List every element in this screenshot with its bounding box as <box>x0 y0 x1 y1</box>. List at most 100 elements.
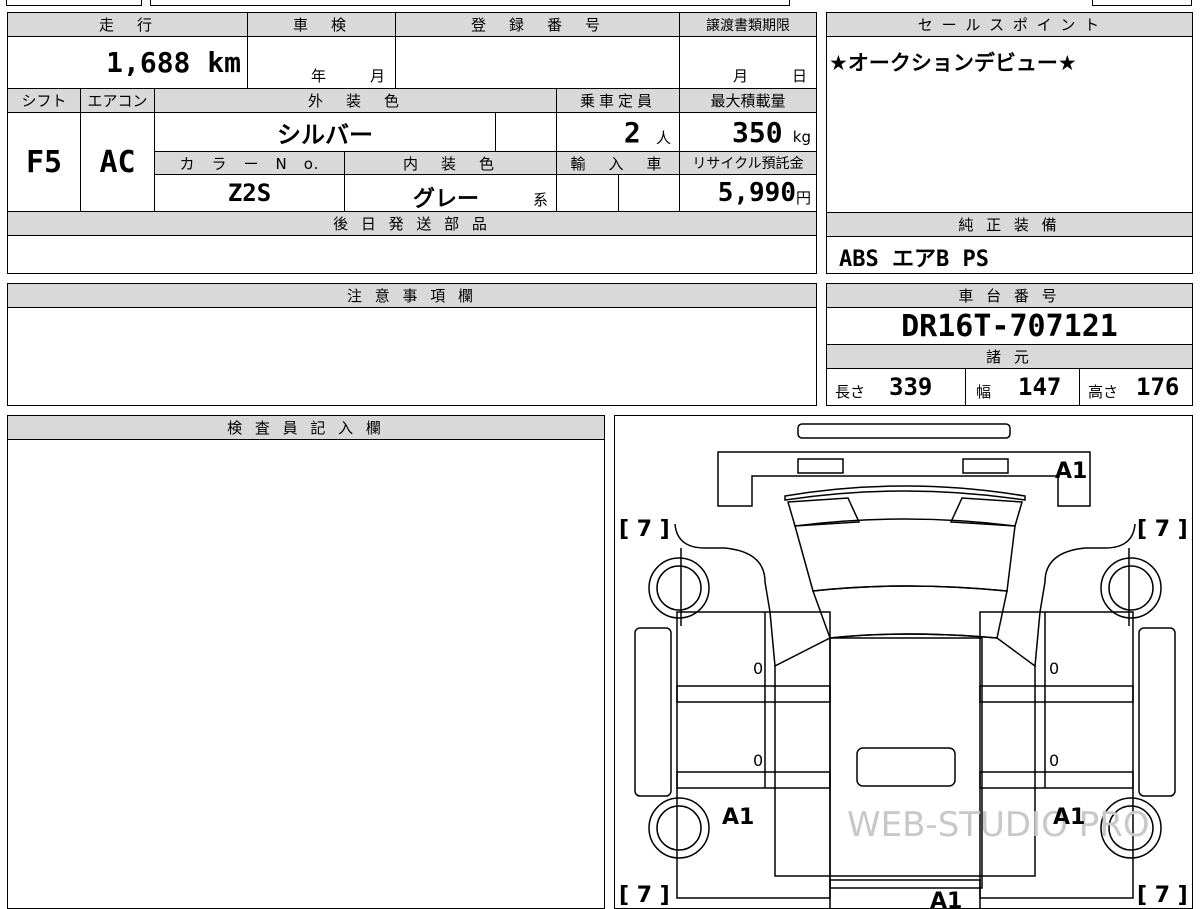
genuine-equipment-value: ABS エアB PS <box>839 247 989 272</box>
watermark-text: WEB-STUDIO PRO <box>847 805 1150 845</box>
recycle-fee-value: 5,990 <box>717 178 796 208</box>
front-left-wheel-outer <box>648 557 710 619</box>
capacity-unit: 人 <box>655 128 671 147</box>
spec-height-cell: 高さ 176 <box>1079 368 1193 406</box>
left-pillar-strip <box>676 685 831 703</box>
windshield <box>811 585 1008 639</box>
tailgate-shape <box>717 451 1091 507</box>
deadline-day-label: 日 <box>792 67 808 85</box>
mileage-header: 走 行 <box>7 12 248 37</box>
later-parts-header: 後 日 発 送 部 品 <box>7 211 817 236</box>
shift-value: F5 <box>7 112 81 212</box>
label-right-rear-fender: A1 <box>1053 805 1085 830</box>
rear-left-wheel-inner <box>656 805 702 851</box>
inspector-cell <box>7 439 605 909</box>
exterior-color-extra-cell <box>495 112 557 152</box>
label-rear-bumper: A1 <box>1055 459 1087 484</box>
left-fender-line <box>674 523 776 667</box>
spec-height-value: 176 <box>1136 373 1180 401</box>
spec-height-label: 高さ <box>1088 383 1119 401</box>
notes-cell <box>7 307 817 406</box>
spec-width-value: 147 <box>1018 373 1062 401</box>
exterior-color-value: シルバー <box>154 112 496 152</box>
color-no-header: カ ラ ー N o. <box>154 151 345 175</box>
label-right-rear-wheel: [ 7 ] <box>1137 883 1188 908</box>
spec-width-cell: 幅 147 <box>965 368 1080 406</box>
spec-width-label: 幅 <box>976 383 992 401</box>
sales-point-header: セ ー ル ス ポ イ ン ト <box>826 12 1193 37</box>
interior-color-suffix: 系 <box>533 191 549 209</box>
recycle-fee-value-cell: 5,990 円 <box>679 174 817 212</box>
left-step-rail <box>634 627 672 797</box>
aircon-value: AC <box>80 112 155 212</box>
center-panel <box>829 637 983 889</box>
rear-quarter-window-left <box>787 497 861 527</box>
rear-left-wheel-outer <box>648 797 710 859</box>
color-no-value: Z2S <box>154 174 345 212</box>
sales-point-value: ★オークションデビュー★ <box>829 51 1077 75</box>
top-strip-cell-3 <box>1092 0 1192 6</box>
vehicle-diagram: WEB-STUDIO PRO A1 [ 7 ] [ 7 ] A1 A1 [ 7 … <box>614 415 1193 909</box>
inspector-header: 検 査 員 記 入 欄 <box>7 415 605 440</box>
capacity-value: 2 <box>623 115 641 149</box>
label-left-door-rear: 0 <box>753 751 763 770</box>
mileage-value-cell: 1,688 km <box>7 36 248 89</box>
genuine-equipment-cell: ABS エアB PS <box>826 236 1193 274</box>
spec-length-cell: 長さ 339 <box>826 368 966 406</box>
max-load-header: 最大積載量 <box>679 88 817 113</box>
label-right-front-wheel: [ 7 ] <box>1137 517 1188 542</box>
tail-lamp-left <box>797 458 844 474</box>
interior-color-cell: グレー 系 <box>344 174 557 212</box>
inspection-year-label: 年 <box>311 67 327 85</box>
label-right-door-rear: 0 <box>1049 751 1059 770</box>
mileage-unit: km <box>207 46 241 79</box>
rear-bumper-shape <box>797 423 1011 439</box>
aircon-header: エアコン <box>80 88 155 113</box>
chassis-no-header: 車 台 番 号 <box>826 283 1193 308</box>
import-header: 輸 入 車 <box>556 151 680 175</box>
max-load-value: 350 <box>732 115 783 149</box>
rear-quarter-window-right <box>949 497 1023 527</box>
import-cell-left <box>556 174 619 212</box>
sales-point-cell: ★オークションデビュー★ <box>826 36 1193 213</box>
recycle-fee-header: リサイクル預託金 <box>679 151 817 175</box>
center-badge <box>856 747 956 787</box>
mileage-value: 1,688 <box>106 46 191 79</box>
genuine-equipment-header: 純 正 装 備 <box>826 212 1193 237</box>
chassis-no-value: DR16T-707121 <box>826 307 1193 345</box>
roof-panel <box>794 518 1016 592</box>
right-fender-line <box>1034 523 1136 667</box>
label-left-door-front: 0 <box>753 659 763 678</box>
inspection-value-cell: 年 月 <box>247 36 396 89</box>
registration-header: 登 録 番 号 <box>395 12 680 37</box>
front-right-wheel-inner <box>1108 565 1154 611</box>
spec-length-label: 長さ <box>835 383 866 401</box>
max-load-unit: kg <box>792 128 811 146</box>
label-left-rear-wheel: [ 7 ] <box>619 883 670 908</box>
interior-color-value: グレー <box>413 187 480 212</box>
cab-rear-edge <box>784 485 1026 501</box>
deadline-month-label: 月 <box>733 67 749 85</box>
right-pillar-strip <box>979 685 1134 703</box>
inspection-header: 車 検 <box>247 12 396 37</box>
label-left-front-wheel: [ 7 ] <box>619 517 670 542</box>
notes-header: 注 意 事 項 欄 <box>7 283 817 308</box>
label-left-rear-fender: A1 <box>722 805 754 830</box>
right-sill-strip <box>979 771 1134 789</box>
later-parts-value-cell <box>7 235 817 274</box>
label-right-door-front: 0 <box>1049 659 1059 678</box>
exterior-color-header: 外 装 色 <box>154 88 557 113</box>
front-left-wheel-inner <box>656 565 702 611</box>
capacity-value-cell: 2 人 <box>556 112 680 152</box>
spec-length-value: 339 <box>889 373 933 401</box>
interior-color-header: 内 装 色 <box>344 151 557 175</box>
registration-value-cell <box>395 36 680 89</box>
specs-header: 諸 元 <box>826 344 1193 369</box>
recycle-fee-unit: 円 <box>795 188 811 207</box>
inspection-month-label: 月 <box>370 67 386 85</box>
capacity-header: 乗車定員 <box>556 88 680 113</box>
right-step-rail <box>1138 627 1176 797</box>
top-strip-cell-1 <box>6 0 142 6</box>
left-sill-strip <box>676 771 831 789</box>
transfer-deadline-header: 譲渡書類期限 <box>679 12 817 37</box>
